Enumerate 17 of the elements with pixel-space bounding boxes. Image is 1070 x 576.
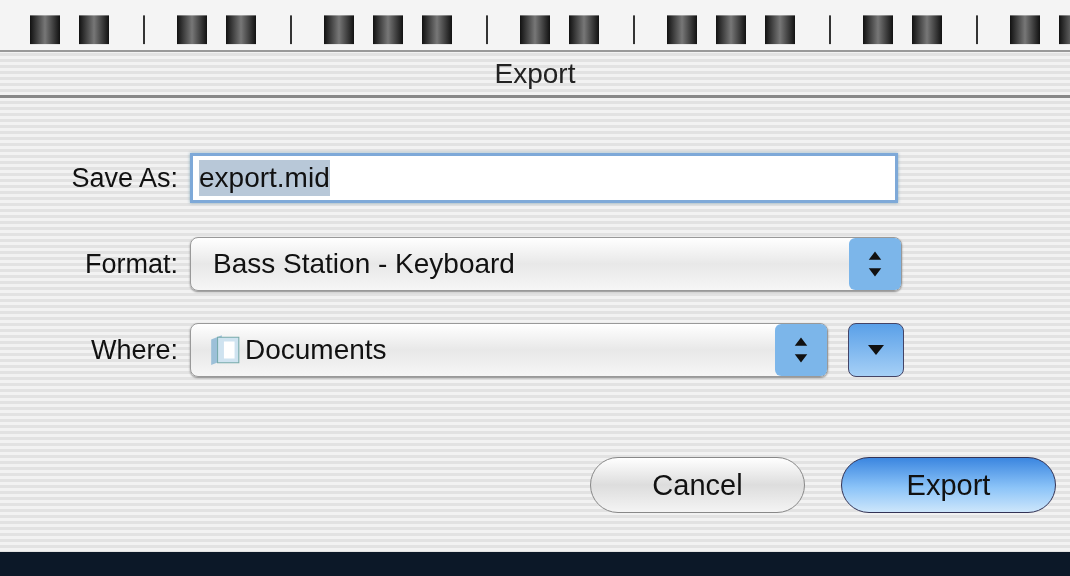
folder-icon (209, 333, 241, 367)
triangle-icon (866, 343, 886, 357)
window-title: Export (494, 57, 576, 90)
disclosure-button[interactable] (848, 323, 904, 377)
popup-value: Documents (245, 334, 388, 366)
field-label: Save As: (70, 162, 179, 194)
cancel-button[interactable]: Cancel (590, 457, 805, 513)
stepper-icon (775, 324, 827, 376)
default-button[interactable]: Export (841, 457, 1056, 513)
filename-field[interactable]: export.mid (190, 153, 898, 203)
field-label: Format: (84, 248, 179, 280)
field-label: Where: (89, 334, 179, 366)
stepper-icon (849, 238, 901, 290)
location-popup[interactable]: Documents (190, 323, 828, 377)
popup-value: Bass Station - Keyboard (213, 248, 516, 280)
format-popup[interactable]: Bass Station - Keyboard (190, 237, 902, 291)
field-value: export.mid (199, 160, 330, 196)
